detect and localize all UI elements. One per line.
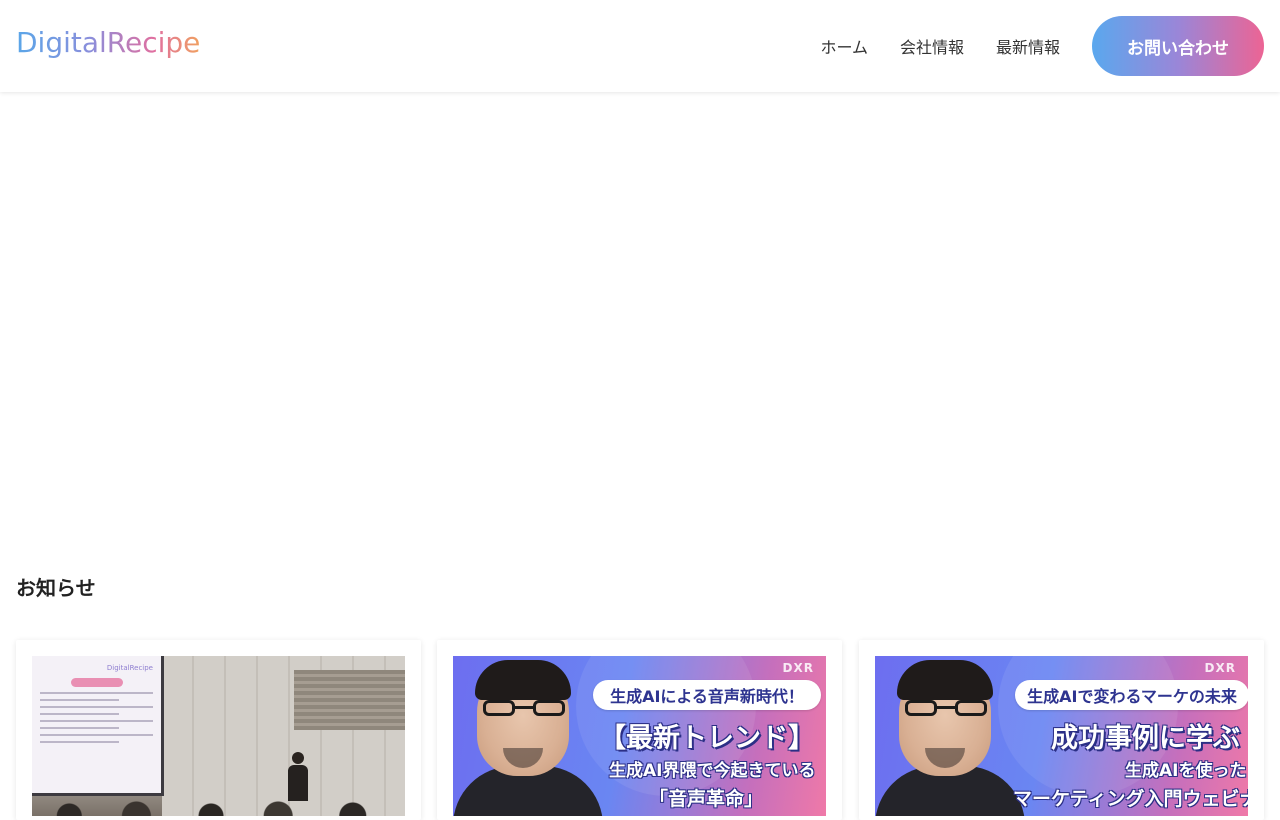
banner-headline: 成功事例に学ぶ <box>1051 723 1240 754</box>
contact-button[interactable]: お問い合わせ <box>1092 16 1264 76</box>
site-header: DigitalRecipe ホーム 会社情報 最新情報 お問い合わせ <box>0 0 1280 92</box>
screen-text-line <box>40 727 120 729</box>
banner-headline: 【最新トレンド】 <box>599 723 815 754</box>
nav-home-link[interactable]: ホーム <box>820 34 868 58</box>
screen-heading-pill <box>70 678 123 687</box>
news-card-thumbnail: DigitalRecipe <box>32 656 405 816</box>
banner-brand-mark: DXR <box>1204 661 1236 675</box>
screen-text-line <box>40 699 120 701</box>
banner-subheading: 生成AIを使った <box>1125 761 1247 781</box>
news-section-title: お知らせ <box>16 576 96 600</box>
photo-shutter <box>294 670 405 730</box>
screen-text-line <box>40 741 120 743</box>
news-card[interactable]: DXR 生成AIによる音声新時代！ 【最新トレンド】 生成AI界隈で今起きている… <box>437 640 842 820</box>
news-card-list: DigitalRecipe DXR 生成AIによる音声新時代！ 【最新トレンド】… <box>16 640 1264 820</box>
news-card-thumbnail: DXR 生成AIによる音声新時代！ 【最新トレンド】 生成AI界隈で今起きている… <box>453 656 826 816</box>
presenter-portrait <box>875 656 1025 816</box>
news-card[interactable]: DigitalRecipe <box>16 640 421 820</box>
main-nav: ホーム 会社情報 最新情報 お問い合わせ <box>820 16 1264 76</box>
screen-text-line <box>40 692 153 694</box>
site-logo[interactable]: DigitalRecipe <box>16 26 200 59</box>
news-card-thumbnail: DXR 生成AIで変わるマーケの未来 成功事例に学ぶ 生成AIを使った マーケテ… <box>875 656 1248 816</box>
banner-tagline: 生成AIで変わるマーケの未来 <box>1015 680 1248 710</box>
screen-text-line <box>40 706 153 708</box>
presenter-portrait <box>453 656 603 816</box>
banner-brand-mark: DXR <box>782 661 814 675</box>
banner-subheading: 生成AI界隈で今起きている <box>609 761 816 781</box>
banner-tagline: 生成AIによる音声新時代！ <box>593 680 821 710</box>
nav-news-link[interactable]: 最新情報 <box>996 34 1060 58</box>
nav-company-link[interactable]: 会社情報 <box>900 34 964 58</box>
news-card[interactable]: DXR 生成AIで変わるマーケの未来 成功事例に学ぶ 生成AIを使った マーケテ… <box>859 640 1264 820</box>
presentation-screen: DigitalRecipe <box>32 656 164 796</box>
screen-text-line <box>40 734 153 736</box>
screen-text-line <box>40 720 153 722</box>
audience-silhouettes <box>32 790 405 816</box>
banner-subheading-2: 「音声革命」 <box>649 788 764 810</box>
screen-text-line <box>40 713 120 715</box>
screen-brand: DigitalRecipe <box>106 664 153 672</box>
banner-subheading-2: マーケティング入門ウェビナー <box>1013 788 1248 810</box>
